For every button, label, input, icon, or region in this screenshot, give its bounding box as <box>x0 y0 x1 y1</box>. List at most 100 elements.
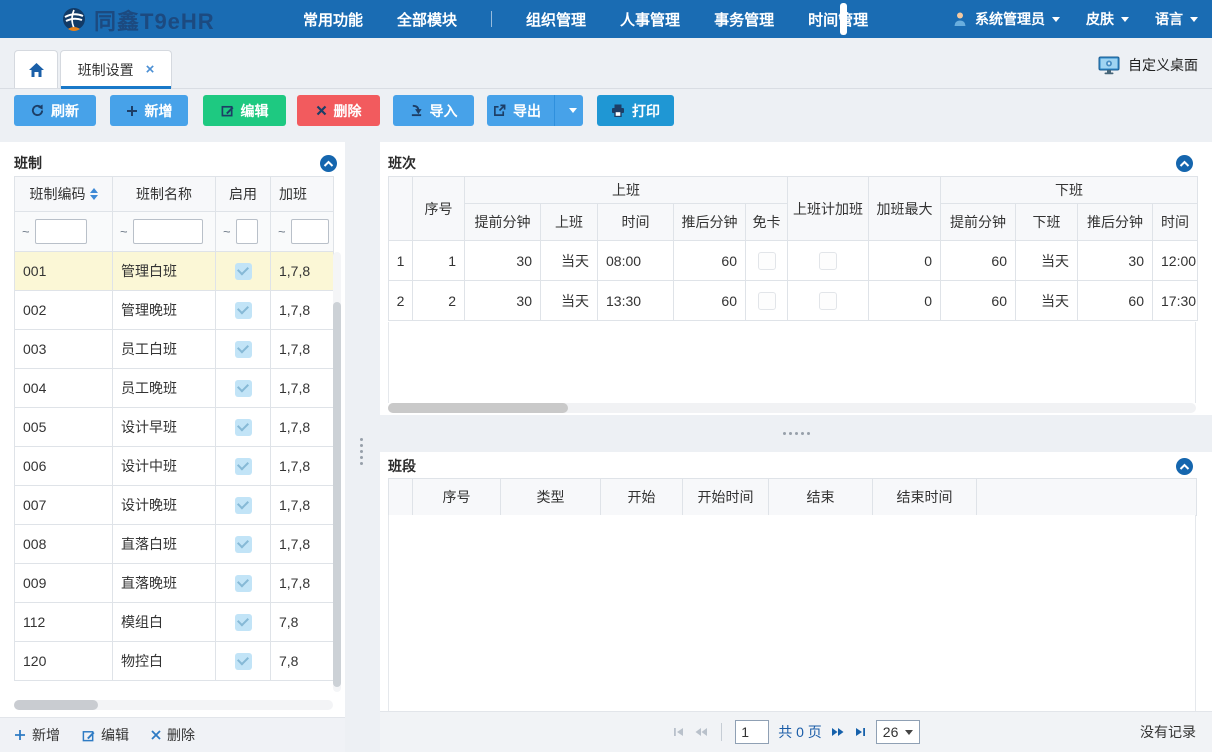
column-header-off-late-min[interactable]: 推后分钟 <box>1078 204 1153 241</box>
tab-close-icon[interactable]: × <box>146 62 155 77</box>
enabled-checkbox[interactable] <box>235 419 252 436</box>
shift-type-row[interactable]: 112模组白7,8 <box>15 603 334 642</box>
horizontal-scrollbar[interactable] <box>388 403 1196 413</box>
nav-item-org-management[interactable]: 组织管理 <box>526 9 586 30</box>
tab-shift-settings[interactable]: 班制设置 × <box>60 50 172 88</box>
filter-input-enabled[interactable] <box>236 219 258 244</box>
shift-type-row[interactable]: 003员工白班1,7,8 <box>15 330 334 369</box>
filter-input-name[interactable] <box>133 219 203 244</box>
enabled-checkbox[interactable] <box>235 653 252 670</box>
nav-scrollbar-thumb[interactable] <box>840 3 847 35</box>
column-header-overtime[interactable]: 加班 <box>271 177 334 212</box>
vertical-scrollbar[interactable] <box>333 252 341 692</box>
enabled-checkbox[interactable] <box>235 458 252 475</box>
panel-splitter-handle[interactable] <box>783 432 810 435</box>
column-header-seq[interactable]: 序号 <box>413 479 501 516</box>
shift-row[interactable]: 2230当天13:3060060当天6017:30 <box>389 281 1198 321</box>
shift-type-collapse-button[interactable] <box>320 155 337 172</box>
shift-type-row[interactable]: 004员工晚班1,7,8 <box>15 369 334 408</box>
shift-row[interactable]: 1130当天08:0060060当天3012:00 <box>389 241 1198 281</box>
column-header-early-min[interactable]: 提前分钟 <box>465 204 541 241</box>
shift-type-row[interactable]: 120物控白7,8 <box>15 642 334 681</box>
shift-type-row[interactable]: 008直落白班1,7,8 <box>15 525 334 564</box>
filter-input-code[interactable] <box>35 219 87 244</box>
footer-delete-link[interactable]: 删除 <box>151 725 195 745</box>
column-header-off-time[interactable]: 时间 <box>1153 204 1198 241</box>
column-header-no-card[interactable]: 免卡 <box>746 204 788 241</box>
shift-type-row[interactable]: 007设计晚班1,7,8 <box>15 486 334 525</box>
customize-desktop[interactable]: 自定义桌面 <box>1098 55 1198 75</box>
export-main[interactable]: 导出 <box>487 95 547 126</box>
tab-home[interactable] <box>14 50 58 88</box>
filter-input-overtime[interactable] <box>291 219 329 244</box>
chevron-down-icon <box>569 108 577 113</box>
column-header-code[interactable]: 班制编码 <box>15 177 113 212</box>
export-dropdown[interactable] <box>562 95 583 126</box>
column-header-on[interactable]: 上班 <box>541 204 598 241</box>
refresh-icon <box>31 104 44 117</box>
column-header-enabled[interactable]: 启用 <box>216 177 271 212</box>
shift-type-row[interactable]: 001管理白班1,7,8 <box>15 252 334 291</box>
column-header-end[interactable]: 结束 <box>769 479 873 516</box>
column-header-time[interactable]: 时间 <box>598 204 674 241</box>
footer-edit-link[interactable]: 编辑 <box>82 725 129 745</box>
shift-type-row[interactable]: 005设计早班1,7,8 <box>15 408 334 447</box>
nav-item-all-modules[interactable]: 全部模块 <box>397 9 457 30</box>
shift-type-row[interactable]: 009直落晚班1,7,8 <box>15 564 334 603</box>
export-button[interactable]: 导出 <box>487 95 583 126</box>
enabled-checkbox[interactable] <box>235 302 252 319</box>
no-card-checkbox[interactable] <box>758 292 776 310</box>
enabled-checkbox[interactable] <box>235 380 252 397</box>
first-page-button[interactable] <box>672 726 685 738</box>
user-menu[interactable]: 系统管理员 <box>952 9 1060 29</box>
language-menu[interactable]: 语言 <box>1155 9 1198 29</box>
column-header-end-time[interactable]: 结束时间 <box>873 479 977 516</box>
delete-button[interactable]: 删除 <box>297 95 380 126</box>
scrollbar-thumb[interactable] <box>14 700 98 710</box>
column-header-off-early-min[interactable]: 提前分钟 <box>941 204 1016 241</box>
import-button[interactable]: 导入 <box>393 95 474 126</box>
enabled-checkbox[interactable] <box>235 263 252 280</box>
enabled-checkbox[interactable] <box>235 341 252 358</box>
shift-panel-collapse-button[interactable] <box>1176 155 1193 172</box>
segment-panel-collapse-button[interactable] <box>1176 458 1193 475</box>
count-overtime-checkbox[interactable] <box>819 252 837 270</box>
skin-menu[interactable]: 皮肤 <box>1086 9 1129 29</box>
enabled-checkbox[interactable] <box>235 536 252 553</box>
column-header-start-time[interactable]: 开始时间 <box>683 479 769 516</box>
page-number-input[interactable] <box>735 720 769 744</box>
column-header-start[interactable]: 开始 <box>601 479 683 516</box>
horizontal-scrollbar[interactable] <box>14 700 333 710</box>
next-page-button[interactable] <box>831 726 845 738</box>
edit-button[interactable]: 编辑 <box>203 95 286 126</box>
page-size-select[interactable]: 26 <box>876 720 920 744</box>
nav-item-time-management[interactable]: 时间管理 <box>808 9 868 30</box>
column-header-seq[interactable]: 序号 <box>413 177 465 241</box>
column-header-late-min[interactable]: 推后分钟 <box>674 204 746 241</box>
column-header-name[interactable]: 班制名称 <box>113 177 216 212</box>
enabled-checkbox[interactable] <box>235 575 252 592</box>
column-header-on-overtime[interactable]: 上班计加班 <box>788 177 869 241</box>
last-page-button[interactable] <box>854 726 867 738</box>
panel-splitter-handle[interactable] <box>360 438 363 465</box>
scrollbar-thumb[interactable] <box>388 403 568 413</box>
no-card-checkbox[interactable] <box>758 252 776 270</box>
shift-type-row[interactable]: 006设计中班1,7,8 <box>15 447 334 486</box>
footer-add-link[interactable]: 新增 <box>14 725 60 745</box>
previous-page-button[interactable] <box>694 726 708 738</box>
refresh-button[interactable]: 刷新 <box>14 95 96 126</box>
add-button[interactable]: 新增 <box>110 95 188 126</box>
nav-item-common-functions[interactable]: 常用功能 <box>303 9 363 30</box>
nav-item-affairs-management[interactable]: 事务管理 <box>714 9 774 30</box>
count-overtime-checkbox[interactable] <box>819 292 837 310</box>
column-header-type[interactable]: 类型 <box>501 479 601 516</box>
scrollbar-thumb[interactable] <box>333 302 341 687</box>
customize-desktop-label: 自定义桌面 <box>1128 55 1198 75</box>
nav-item-hr-management[interactable]: 人事管理 <box>620 9 680 30</box>
column-header-overtime-max[interactable]: 加班最大 <box>869 177 941 241</box>
print-button[interactable]: 打印 <box>597 95 674 126</box>
enabled-checkbox[interactable] <box>235 497 252 514</box>
shift-type-row[interactable]: 002管理晚班1,7,8 <box>15 291 334 330</box>
enabled-checkbox[interactable] <box>235 614 252 631</box>
column-header-off[interactable]: 下班 <box>1016 204 1078 241</box>
